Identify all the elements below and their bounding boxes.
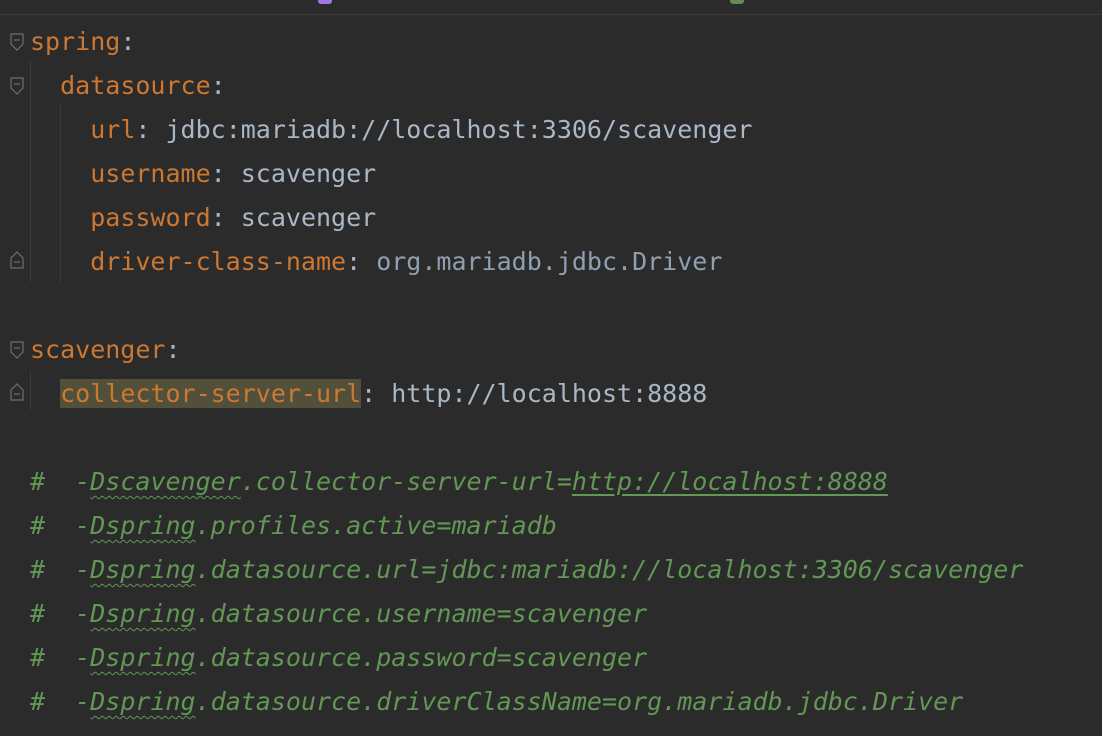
yaml-key: username bbox=[90, 159, 211, 188]
colon: : bbox=[346, 247, 377, 276]
code-line[interactable]: collector-server-url: http://localhost:8… bbox=[30, 378, 707, 410]
spelling-typo[interactable]: Dspring bbox=[90, 643, 195, 672]
comment-text: .datasource.driverClassName=org.mariadb.… bbox=[195, 687, 964, 716]
fold-open-icon[interactable] bbox=[10, 33, 24, 51]
fold-open-icon[interactable] bbox=[10, 341, 24, 359]
colon: : bbox=[210, 203, 241, 232]
yaml-key: password bbox=[90, 203, 211, 232]
comment-text: .datasource.username=scavenger bbox=[195, 599, 648, 628]
code-editor[interactable]: spring: datasource: url: jdbc:mariadb://… bbox=[0, 0, 1102, 736]
colon: : bbox=[361, 379, 392, 408]
spelling-typo[interactable]: Dspring bbox=[90, 687, 195, 716]
comment-hash: # bbox=[30, 599, 46, 628]
yaml-key: url bbox=[90, 115, 136, 144]
yaml-value: scavenger bbox=[240, 159, 377, 188]
yaml-value: http://localhost:8888 bbox=[391, 379, 708, 408]
comment-hash: # bbox=[30, 555, 46, 584]
editor-gutter bbox=[0, 15, 30, 736]
yaml-key: scavenger bbox=[30, 335, 166, 364]
previous-line-remnant bbox=[0, 0, 1102, 15]
comment-line[interactable]: # -Dspring.datasource.password=scavenger bbox=[30, 642, 647, 674]
highlighted-yaml-key[interactable]: collector-server-url bbox=[60, 379, 362, 408]
comment-text: .collector-server-url= bbox=[240, 467, 572, 496]
code-line[interactable]: scavenger: bbox=[30, 334, 181, 366]
comment-line[interactable]: # -Dspring.datasource.driverClassName=or… bbox=[30, 686, 963, 718]
comment-dash: - bbox=[75, 555, 91, 584]
yaml-value: scavenger bbox=[240, 203, 377, 232]
fold-close-icon[interactable] bbox=[10, 383, 24, 401]
code-line[interactable]: driver-class-name: org.mariadb.jdbc.Driv… bbox=[30, 246, 722, 278]
colon: : bbox=[210, 71, 226, 100]
comment-text: .profiles.active=mariadb bbox=[195, 511, 557, 540]
yaml-value: jdbc:mariadb://localhost:3306/scavenger bbox=[165, 115, 753, 144]
fold-close-icon[interactable] bbox=[10, 251, 24, 269]
comment-dash: - bbox=[75, 643, 91, 672]
colon: : bbox=[120, 27, 136, 56]
comment-text: .datasource.password=scavenger bbox=[195, 643, 648, 672]
comment-link[interactable]: http://localhost:8888 bbox=[572, 467, 888, 496]
comment-hash: # bbox=[30, 643, 46, 672]
fold-open-icon[interactable] bbox=[10, 77, 24, 95]
spelling-typo[interactable]: Dspring bbox=[90, 599, 195, 628]
yaml-key: spring bbox=[30, 27, 121, 56]
code-line[interactable]: spring: bbox=[30, 26, 135, 58]
code-line[interactable]: password: scavenger bbox=[30, 202, 376, 234]
colon: : bbox=[165, 335, 181, 364]
code-line[interactable]: url: jdbc:mariadb://localhost:3306/scave… bbox=[30, 114, 752, 146]
comment-hash: # bbox=[30, 467, 46, 496]
comment-line[interactable]: # -Dspring.datasource.username=scavenger bbox=[30, 598, 647, 630]
colon: : bbox=[135, 115, 166, 144]
class-reference[interactable]: org.mariadb.jdbc.Driver bbox=[376, 247, 722, 276]
comment-line[interactable]: # -Dscavenger.collector-server-url=http:… bbox=[30, 466, 888, 498]
colon: : bbox=[210, 159, 241, 188]
comment-dash: - bbox=[75, 467, 91, 496]
comment-line[interactable]: # -Dspring.profiles.active=mariadb bbox=[30, 510, 557, 542]
code-line[interactable]: username: scavenger bbox=[30, 158, 376, 190]
spelling-typo[interactable]: Dspring bbox=[90, 511, 195, 540]
yaml-key: datasource bbox=[60, 71, 211, 100]
comment-hash: # bbox=[30, 687, 46, 716]
comment-hash: # bbox=[30, 511, 46, 540]
code-line[interactable]: datasource: bbox=[30, 70, 226, 102]
yaml-key: driver-class-name bbox=[90, 247, 347, 276]
comment-dash: - bbox=[75, 687, 91, 716]
comment-line[interactable]: # -Dspring.datasource.url=jdbc:mariadb:/… bbox=[30, 554, 1023, 586]
comment-text: .datasource.url=jdbc:mariadb://localhost… bbox=[195, 555, 1024, 584]
spelling-typo[interactable]: Dspring bbox=[90, 555, 195, 584]
comment-dash: - bbox=[75, 511, 91, 540]
comment-dash: - bbox=[75, 599, 91, 628]
spelling-typo[interactable]: Dscavenger bbox=[90, 467, 241, 496]
